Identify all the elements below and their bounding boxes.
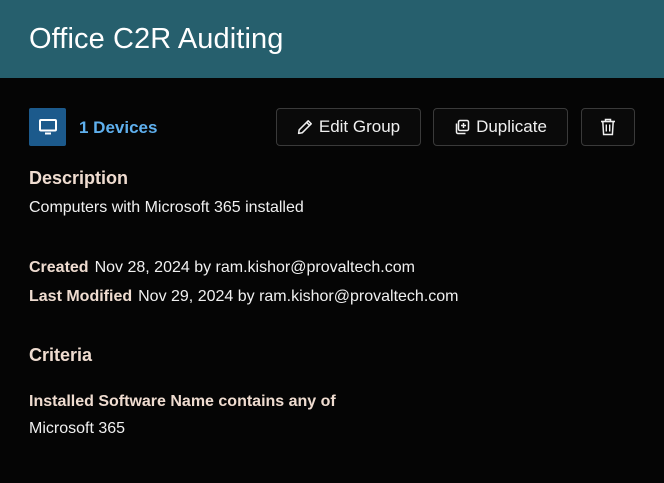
description-heading: Description [29, 168, 129, 188]
trash-icon [600, 118, 616, 136]
created-row: Created Nov 28, 2024 by ram.kishor@proval… [29, 259, 415, 277]
edit-group-button[interactable]: Edit Group [276, 108, 421, 146]
page-title: Office C2R Auditing [29, 22, 284, 55]
group-toolbar: 1 Devices Edit Group Duplicate [29, 108, 635, 148]
last-modified-label: Last Modified [29, 288, 133, 305]
duplicate-label: Duplicate [476, 117, 547, 136]
duplicate-button[interactable]: Duplicate [433, 108, 568, 146]
page-header: Office C2R Auditing [0, 0, 664, 78]
device-count-link[interactable]: 1 Devices [79, 118, 157, 138]
pencil-icon [297, 119, 313, 135]
last-modified-row: Last Modified Nov 29, 2024 by ram.kishor@… [29, 288, 459, 306]
created-value: Nov 28, 2024 by ram.kishor@provaltech.co… [94, 259, 415, 276]
created-label: Created [29, 259, 89, 276]
edit-group-label: Edit Group [318, 117, 401, 136]
criteria-rule: Installed Software Name contains any of [29, 393, 336, 410]
group-detail-page: Office C2R Auditing 1 Devices Edit Group [0, 0, 664, 483]
monitor-icon [29, 108, 66, 146]
criteria-heading: Criteria [29, 345, 93, 365]
last-modified-value: Nov 29, 2024 by ram.kishor@provaltech.co… [138, 288, 459, 305]
description-text: Computers with Microsoft 365 installed [29, 199, 304, 216]
delete-button[interactable] [581, 108, 635, 146]
criteria-value: Microsoft 365 [29, 420, 126, 437]
duplicate-icon [454, 119, 470, 135]
